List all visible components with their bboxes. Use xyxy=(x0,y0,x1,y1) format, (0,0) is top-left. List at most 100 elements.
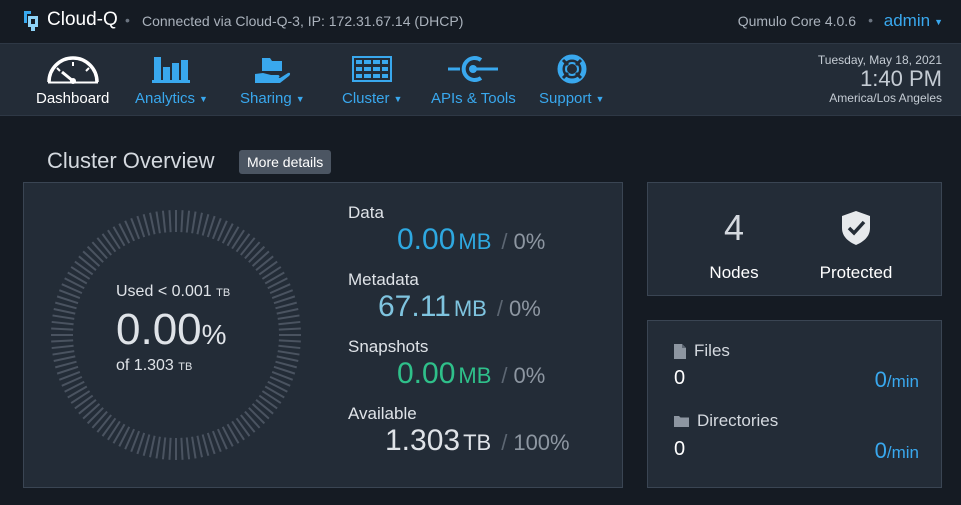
gauge-tick xyxy=(244,410,261,429)
nav-sharing[interactable]: Sharing ▼ xyxy=(240,53,305,107)
gauge-tick xyxy=(248,245,266,263)
more-details-button[interactable]: More details xyxy=(239,150,332,174)
capacity-panel: Used < 0.001 TB 0.00% of 1.303 TB Data 0… xyxy=(23,182,623,488)
gauge-tick xyxy=(51,339,74,343)
gauge-total-value: of 1.303 xyxy=(116,357,174,374)
protection-label: Protected xyxy=(819,263,893,282)
node-count-block[interactable]: 4 Nodes xyxy=(706,207,762,283)
gauge-tick xyxy=(51,320,74,326)
stat-percent: 100% xyxy=(513,430,570,455)
separator-dot: • xyxy=(868,12,873,28)
gauge-tick xyxy=(240,414,256,433)
nav-cluster[interactable]: Cluster ▼ xyxy=(342,53,402,107)
gauge-tick xyxy=(101,233,117,253)
nav-label: APIs & Tools xyxy=(431,90,516,107)
directories-count: 0 xyxy=(674,438,686,460)
bar-chart-icon xyxy=(152,57,191,83)
gauge-tick xyxy=(278,320,301,326)
gauge-percent-value: 0.00 xyxy=(116,305,202,354)
gauge-tick xyxy=(273,295,296,305)
gauge-tick xyxy=(258,394,278,410)
gauge-tick xyxy=(149,212,156,235)
gauge-tick xyxy=(96,414,112,433)
gauge-tick xyxy=(52,350,75,356)
stat-unit: MB xyxy=(458,229,492,254)
nav-label: Dashboard xyxy=(36,90,110,107)
gauge-tick xyxy=(276,355,299,362)
stat-value: 0.00 xyxy=(397,223,456,256)
gauge-tick xyxy=(155,436,161,459)
gauge-tick xyxy=(206,432,216,455)
gauge-tick xyxy=(136,432,146,455)
gauge-tick xyxy=(55,360,77,369)
app-name: Cloud-Q xyxy=(47,9,118,30)
gauge-tick xyxy=(180,437,184,460)
gauge-tick xyxy=(168,210,172,233)
chevron-down-icon: ▼ xyxy=(199,94,208,105)
gauge-tick xyxy=(278,339,301,343)
gauge-tick xyxy=(206,215,216,238)
share-hand-icon xyxy=(255,58,291,83)
connection-status: Connected via Cloud-Q-3, IP: 172.31.67.1… xyxy=(142,13,464,29)
clock-date: Tuesday, May 18, 2021 xyxy=(817,53,942,67)
lifebuoy-icon xyxy=(557,54,587,84)
gauge-tick xyxy=(275,301,297,310)
gauge-tick xyxy=(86,407,104,425)
stat-unit: MB xyxy=(453,296,487,321)
user-menu[interactable]: admin ▼ xyxy=(884,11,943,31)
gauge-tick xyxy=(278,344,301,350)
gauge-tick xyxy=(55,301,77,310)
chevron-down-icon: ▼ xyxy=(934,16,943,27)
chevron-down-icon: ▼ xyxy=(393,94,403,105)
gauge-tick xyxy=(168,437,172,460)
gauge-tick xyxy=(275,360,297,369)
gauge-tick xyxy=(155,211,161,234)
directories-rate: 0/min xyxy=(875,438,919,464)
gauge-tick xyxy=(56,295,79,305)
stat-metadata: Metadata 67.11 MB /0% xyxy=(348,270,541,324)
gauge-tick xyxy=(240,237,256,256)
stat-unit: TB xyxy=(463,430,492,455)
gauge-tick xyxy=(251,250,270,267)
gauge-tick xyxy=(82,403,101,420)
gauge-tick xyxy=(258,260,278,276)
gauge-tick xyxy=(56,365,79,375)
gauge-tick xyxy=(191,211,197,234)
stat-value: 0.00 xyxy=(397,357,456,390)
gauge-tick xyxy=(201,214,210,236)
node-count-label: Nodes xyxy=(709,263,759,282)
protection-block[interactable]: Protected xyxy=(814,207,898,283)
gauge-tick xyxy=(161,437,167,460)
gauge-tick xyxy=(82,250,101,267)
clock: Tuesday, May 18, 2021 1:40 PM America/Lo… xyxy=(818,53,942,105)
chevron-down-icon: ▼ xyxy=(595,94,605,105)
gauge-tick xyxy=(180,210,184,233)
stat-label: Data xyxy=(348,203,384,222)
gauge-tick xyxy=(255,399,274,415)
gauge-percent-unit: % xyxy=(201,319,227,350)
nav-label: Sharing ▼ xyxy=(240,90,305,107)
gauge-used-label: Used xyxy=(116,283,154,300)
stat-available: Available 1.303 TB /100% xyxy=(348,404,570,458)
nav-apis-tools[interactable]: APIs & Tools xyxy=(431,53,516,107)
stat-unit: MB xyxy=(458,363,492,388)
gauge-tick xyxy=(248,407,266,425)
files-label: Files xyxy=(674,341,730,361)
stat-divider: / xyxy=(501,363,508,388)
nav-label: Analytics ▼ xyxy=(135,90,208,107)
files-count: 0 xyxy=(674,367,686,389)
nav-dashboard[interactable]: Dashboard xyxy=(36,53,109,107)
nav-analytics[interactable]: Analytics ▼ xyxy=(135,53,208,107)
folder-icon xyxy=(674,416,689,427)
separator-dot: • xyxy=(125,12,130,28)
gauge-used-value: < 0.001 xyxy=(157,283,212,300)
stat-value: 1.303 xyxy=(385,424,461,457)
gauge-used: Used < 0.001 TB xyxy=(116,283,230,301)
stat-divider: / xyxy=(501,229,508,254)
nav-support[interactable]: Support ▼ xyxy=(539,53,604,107)
gauge-tick xyxy=(185,437,191,460)
gauge-tick xyxy=(255,255,274,271)
gauge-tick xyxy=(51,344,74,350)
gauge-percent: 0.00% xyxy=(116,305,227,355)
stat-snapshots: Snapshots 0.00 MB /0% xyxy=(348,337,545,391)
